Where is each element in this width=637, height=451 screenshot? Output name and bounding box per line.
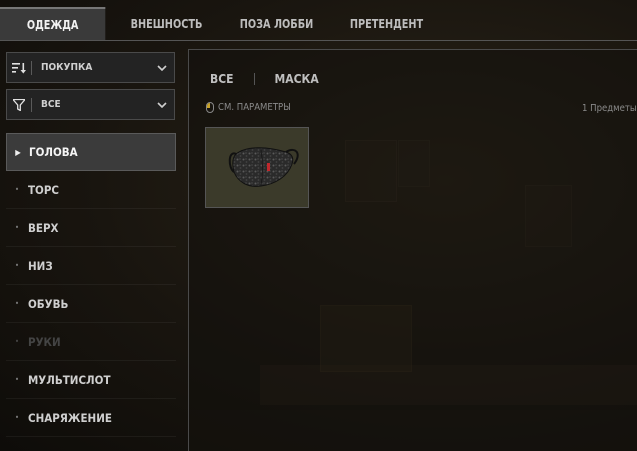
triangle-right-icon: ▶ <box>15 147 21 157</box>
sort-icon <box>7 53 31 82</box>
tab-label: ПРЕТЕНДЕНТ <box>349 17 424 31</box>
bullet-icon: • <box>14 185 20 194</box>
subtab-all[interactable]: ВСЕ <box>190 72 254 86</box>
tab-divider <box>0 40 637 41</box>
category-label: СНАРЯЖЕНИЕ <box>28 410 112 425</box>
top-tab-bar: ОДЕЖДА ВНЕШНОСТЬ ПОЗА ЛОББИ ПРЕТЕНДЕНТ <box>0 0 637 41</box>
category-label: ОБУВЬ <box>28 296 69 311</box>
category-list: ▶ ГОЛОВА • ТОРС • ВЕРХ • НИЗ • ОБУВЬ • Р… <box>6 133 176 437</box>
item-count: 1 Предметы <box>582 103 637 114</box>
dropdown-separator <box>31 97 32 112</box>
category-label: ГОЛОВА <box>29 145 78 159</box>
dropdown-separator <box>31 60 32 75</box>
chevron-down-icon <box>150 64 174 71</box>
category-label: МУЛЬТИСЛОТ <box>28 372 111 387</box>
face-mask-icon <box>228 147 299 187</box>
bullet-icon: • <box>14 375 20 384</box>
category-item-torso[interactable]: • ТОРС <box>6 171 176 209</box>
bullet-icon: • <box>14 337 20 346</box>
category-item-gear[interactable]: • СНАРЯЖЕНИЕ <box>6 399 176 437</box>
subtab-mask[interactable]: МАСКА <box>255 72 339 86</box>
category-item-shoes[interactable]: • ОБУВЬ <box>6 285 176 323</box>
view-params[interactable]: СМ. ПАРАМЕТРЫ <box>206 102 291 113</box>
bullet-icon: • <box>14 261 20 270</box>
subcategory-tabs: ВСЕ МАСКА <box>190 68 339 90</box>
sort-dropdown-value: ПОКУПКА <box>41 62 93 73</box>
bullet-icon: • <box>14 413 20 422</box>
filter-dropdown[interactable]: ВСЕ <box>6 89 175 120</box>
sort-dropdown[interactable]: ПОКУПКА <box>6 52 175 83</box>
tab-label: ОДЕЖДА <box>26 18 79 32</box>
tab-contender[interactable]: ПРЕТЕНДЕНТ <box>337 7 436 41</box>
tab-clothing[interactable]: ОДЕЖДА <box>0 7 106 41</box>
category-label: РУКИ <box>28 334 61 349</box>
tab-label: ПОЗА ЛОББИ <box>239 17 314 31</box>
category-item-multislot[interactable]: • МУЛЬТИСЛОТ <box>6 361 176 399</box>
filter-dropdown-value: ВСЕ <box>41 99 61 110</box>
category-item-top[interactable]: • ВЕРХ <box>6 209 176 247</box>
category-label: ВЕРХ <box>28 220 59 235</box>
category-item-bottom[interactable]: • НИЗ <box>6 247 176 285</box>
category-label: ТОРС <box>28 182 60 197</box>
category-label: НИЗ <box>28 258 53 273</box>
chevron-down-icon <box>150 101 174 108</box>
filter-icon <box>7 90 31 119</box>
mouse-icon <box>206 102 214 113</box>
view-params-label: СМ. ПАРАМЕТРЫ <box>218 102 291 113</box>
item-card[interactable] <box>205 127 309 208</box>
tab-lobby-pose[interactable]: ПОЗА ЛОББИ <box>227 7 326 41</box>
bullet-icon: • <box>14 299 20 308</box>
category-item-head[interactable]: ▶ ГОЛОВА <box>6 133 176 171</box>
tab-label: ВНЕШНОСТЬ <box>130 17 203 31</box>
tab-appearance[interactable]: ВНЕШНОСТЬ <box>117 7 216 41</box>
category-item-hands: • РУКИ <box>6 323 176 361</box>
bullet-icon: • <box>14 223 20 232</box>
